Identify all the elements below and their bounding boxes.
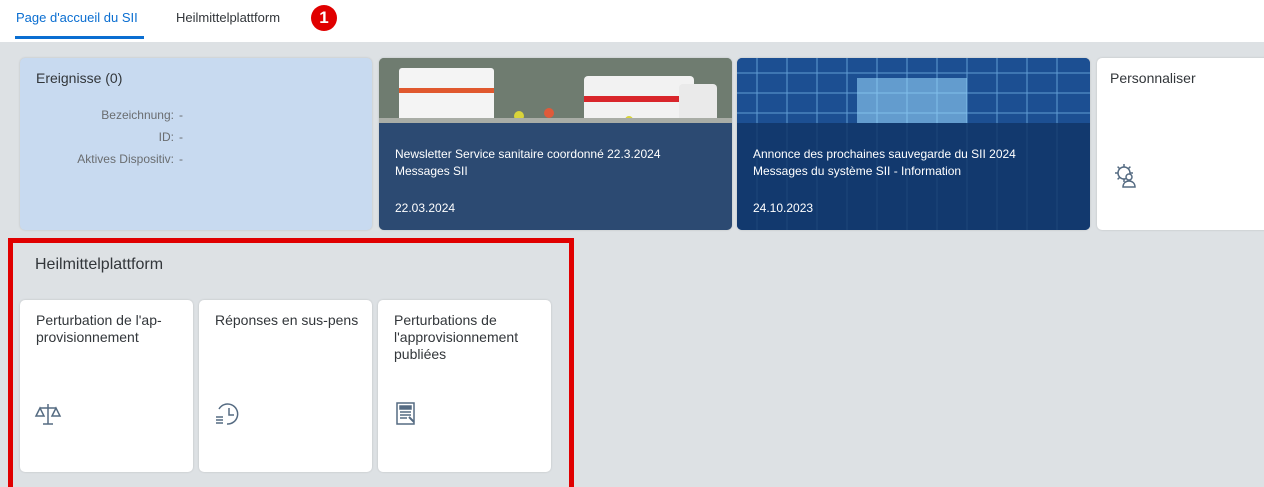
app-tile-published-disruptions[interactable]: Perturbations de l'approvisionnement pub… <box>378 300 551 472</box>
events-tile[interactable]: Ereignisse (0) Bezeichnung: - ID: - Akti… <box>20 58 372 230</box>
news-tile-backup-announcement[interactable]: Annonce des prochaines sauvegarde du SII… <box>737 58 1090 230</box>
tab-heilmittelplattform[interactable]: Heilmittelplattform <box>176 10 280 25</box>
app-tile-title: Perturbations de l'approvisionnement pub… <box>394 312 519 362</box>
news-subtitle: Messages du système SII - Information <box>753 164 962 178</box>
events-field-label: Bezeichnung: <box>101 108 174 122</box>
pending-history-icon <box>213 400 241 428</box>
news-date: 22.03.2024 <box>395 201 456 215</box>
events-field-value: - <box>179 108 183 122</box>
events-field-value: - <box>179 130 183 144</box>
app-tile-title: Réponses en sus-pens <box>215 312 359 328</box>
events-field-label: ID: <box>158 130 174 144</box>
launchpad-content: Ereignisse (0) Bezeichnung: - ID: - Akti… <box>0 42 1264 487</box>
events-tile-title: Ereignisse (0) <box>36 70 123 86</box>
news-subtitle: Messages SII <box>395 164 468 178</box>
app-tile-pending-responses[interactable]: Réponses en sus-pens <box>199 300 372 472</box>
news-headline: Newsletter Service sanitaire coordonné 2… <box>395 147 661 161</box>
top-tab-bar: Page d'accueil du SII Heilmittelplattfor… <box>0 0 1264 42</box>
news-date: 24.10.2023 <box>753 201 814 215</box>
news-headline: Annonce des prochaines sauvegarde du SII… <box>753 147 1016 161</box>
user-settings-icon <box>1113 162 1139 188</box>
events-field-value: - <box>179 152 183 166</box>
document-list-icon <box>392 400 420 428</box>
personalize-tile[interactable]: Personnaliser <box>1097 58 1264 230</box>
events-field-label: Aktives Dispositiv: <box>77 152 174 166</box>
personalize-tile-title: Personnaliser <box>1110 70 1196 86</box>
news-tile-newsletter[interactable]: Newsletter Service sanitaire coordonné 2… <box>379 58 732 230</box>
balance-scale-icon <box>34 400 62 428</box>
tab-page-accueil[interactable]: Page d'accueil du SII <box>16 10 138 25</box>
app-tile-supply-disruption[interactable]: Perturbation de l'ap-provisionnement <box>20 300 193 472</box>
app-tile-title: Perturbation de l'ap-provisionnement <box>36 312 162 345</box>
annotation-badge: 1 <box>311 5 337 31</box>
group-title: Heilmittelplattform <box>35 256 164 273</box>
active-tab-indicator <box>15 36 144 39</box>
